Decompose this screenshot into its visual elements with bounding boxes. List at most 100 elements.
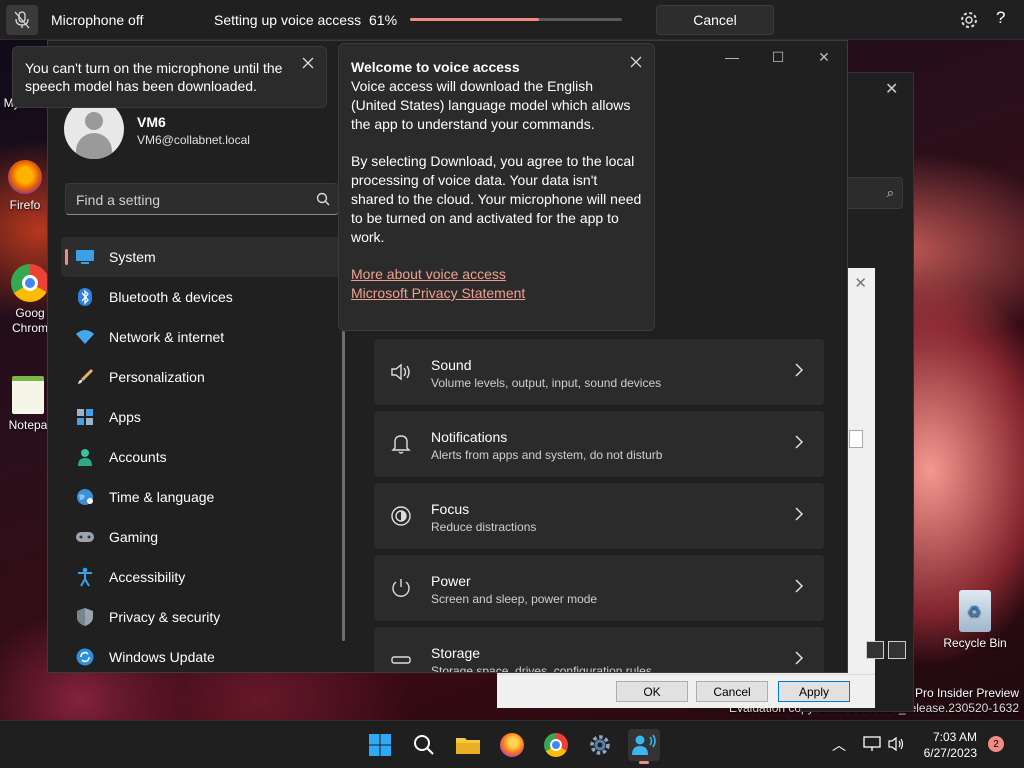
sidebar-item-label: Network & internet [109, 329, 225, 345]
gear-icon [590, 735, 610, 755]
voice-access-bar: Microphone off Setting up voice access 6… [0, 0, 1024, 40]
storage-icon [391, 656, 411, 664]
firefox-icon [500, 733, 524, 757]
sidebar-scrollbar[interactable] [342, 331, 345, 641]
search-icon: ⌕ [886, 185, 894, 200]
sidebar-item-label: Accounts [109, 449, 167, 465]
sidebar-item-accounts[interactable]: Accounts [61, 437, 341, 477]
power-icon [392, 579, 410, 597]
card-subtitle: Storage space, drives, configuration rul… [431, 664, 652, 673]
clock-date: 6/27/2023 [923, 746, 977, 760]
sidebar-item-time-language[interactable]: Time & language [61, 477, 341, 517]
shield-icon [75, 607, 95, 627]
close-icon[interactable]: ✕ [801, 41, 847, 73]
privacy-statement-link[interactable]: Microsoft Privacy Statement [351, 284, 642, 303]
chevron-right-icon [795, 435, 804, 449]
gear-icon[interactable] [958, 9, 980, 31]
close-icon[interactable]: ✕ [854, 274, 867, 292]
close-icon[interactable] [302, 57, 314, 69]
globe-icon [75, 487, 95, 507]
view-toggle[interactable] [866, 641, 910, 661]
ok-button[interactable]: OK [616, 681, 688, 702]
chevron-right-icon [795, 579, 804, 593]
settings-card-sound[interactable]: Sound Volume levels, output, input, soun… [374, 339, 824, 405]
welcome-paragraph-2: By selecting Download, you agree to the … [351, 153, 642, 245]
taskbar: ︿ 7:03 AM 6/27/2023 [0, 720, 1024, 768]
help-icon[interactable]: ? [996, 8, 1005, 28]
chevron-up-icon[interactable]: ︿ [832, 735, 846, 755]
cancel-button[interactable]: Cancel [696, 681, 768, 702]
taskbar-file-explorer[interactable] [452, 729, 484, 761]
sidebar-item-label: System [109, 249, 156, 265]
card-title: Focus [431, 501, 470, 517]
speaker-icon [391, 363, 410, 381]
sidebar-item-label: Apps [109, 409, 141, 425]
profile-name: VM6 [137, 114, 166, 130]
card-subtitle: Volume levels, output, input, sound devi… [431, 376, 662, 390]
microphone-button[interactable] [6, 5, 38, 35]
search-icon [316, 192, 330, 206]
gamepad-icon [75, 527, 95, 547]
desktop-icon-recycle-bin[interactable]: ♻ Recycle Bin [940, 590, 1010, 650]
brush-icon [75, 367, 95, 387]
clock[interactable]: 7:03 AM 6/27/2023 [924, 729, 977, 761]
sidebar-item-network[interactable]: Network & internet [61, 317, 341, 357]
taskbar-settings[interactable] [584, 729, 616, 761]
settings-card-power[interactable]: Power Screen and sleep, power mode [374, 555, 824, 621]
card-title: Notifications [431, 429, 508, 445]
sidebar-item-privacy[interactable]: Privacy & security [61, 597, 341, 637]
card-subtitle: Alerts from apps and system, do not dist… [431, 448, 663, 462]
sidebar-item-label: Bluetooth & devices [109, 289, 233, 305]
network-icon[interactable] [863, 736, 881, 752]
background-search-box[interactable]: ⌕ [845, 177, 903, 209]
volume-icon[interactable] [888, 736, 906, 752]
taskbar-chrome[interactable] [540, 729, 572, 761]
search-placeholder: Find a setting [76, 192, 161, 208]
sidebar-item-bluetooth[interactable]: Bluetooth & devices [61, 277, 341, 317]
minimize-icon[interactable]: — [709, 41, 755, 73]
settings-card-storage[interactable]: Storage Storage space, drives, configura… [374, 627, 824, 673]
taskbar-voice-access[interactable] [628, 729, 660, 764]
dialog-field[interactable] [849, 430, 863, 448]
close-icon[interactable] [630, 56, 642, 68]
sidebar-nav: System Bluetooth & devices Network & int… [61, 237, 341, 672]
settings-card-focus[interactable]: Focus Reduce distractions [374, 483, 824, 549]
card-subtitle: Screen and sleep, power mode [431, 592, 598, 606]
taskbar-search[interactable] [408, 729, 440, 761]
details-view-icon[interactable] [866, 641, 884, 659]
sidebar-item-accessibility[interactable]: Accessibility [61, 557, 341, 597]
bell-icon [391, 435, 411, 454]
avatar[interactable] [64, 99, 124, 159]
sidebar-item-system[interactable]: System [61, 237, 341, 277]
welcome-title: Welcome to voice access [351, 59, 520, 75]
sidebar-item-apps[interactable]: Apps [61, 397, 341, 437]
desktop-icon-label: Firefo [9, 198, 41, 212]
close-icon[interactable]: ✕ [885, 79, 898, 99]
microphone-status: Microphone off [51, 12, 144, 28]
settings-card-notifications[interactable]: Notifications Alerts from apps and syste… [374, 411, 824, 477]
bluetooth-icon [75, 287, 95, 307]
taskbar-firefox[interactable] [496, 729, 528, 761]
card-title: Sound [431, 357, 472, 373]
start-button[interactable] [364, 729, 396, 761]
sidebar-item-windows-update[interactable]: Windows Update [61, 637, 341, 672]
update-icon [75, 647, 95, 667]
accessibility-icon [75, 567, 95, 587]
desktop-icon-firefox[interactable]: Firefo [2, 160, 48, 212]
welcome-voice-access-flyout: Welcome to voice access Voice access wil… [338, 43, 655, 331]
sidebar-item-gaming[interactable]: Gaming [61, 517, 341, 557]
focus-icon [391, 506, 411, 526]
firefox-icon [8, 160, 42, 194]
microphone-tooltip: You can't turn on the microphone until t… [12, 46, 327, 108]
large-icons-view-icon[interactable] [888, 641, 906, 659]
cancel-setup-button[interactable]: Cancel [656, 5, 774, 35]
maximize-icon[interactable]: ☐ [755, 41, 801, 73]
search-input[interactable]: Find a setting [65, 183, 339, 215]
clock-time: 7:03 AM [932, 730, 977, 744]
apply-button[interactable]: Apply [778, 681, 850, 702]
more-about-voice-access-link[interactable]: More about voice access [351, 265, 642, 284]
notepad-icon [12, 376, 44, 414]
sidebar-item-personalization[interactable]: Personalization [61, 357, 341, 397]
notification-badge[interactable]: 2 [988, 736, 1004, 752]
card-title: Storage [431, 645, 481, 661]
